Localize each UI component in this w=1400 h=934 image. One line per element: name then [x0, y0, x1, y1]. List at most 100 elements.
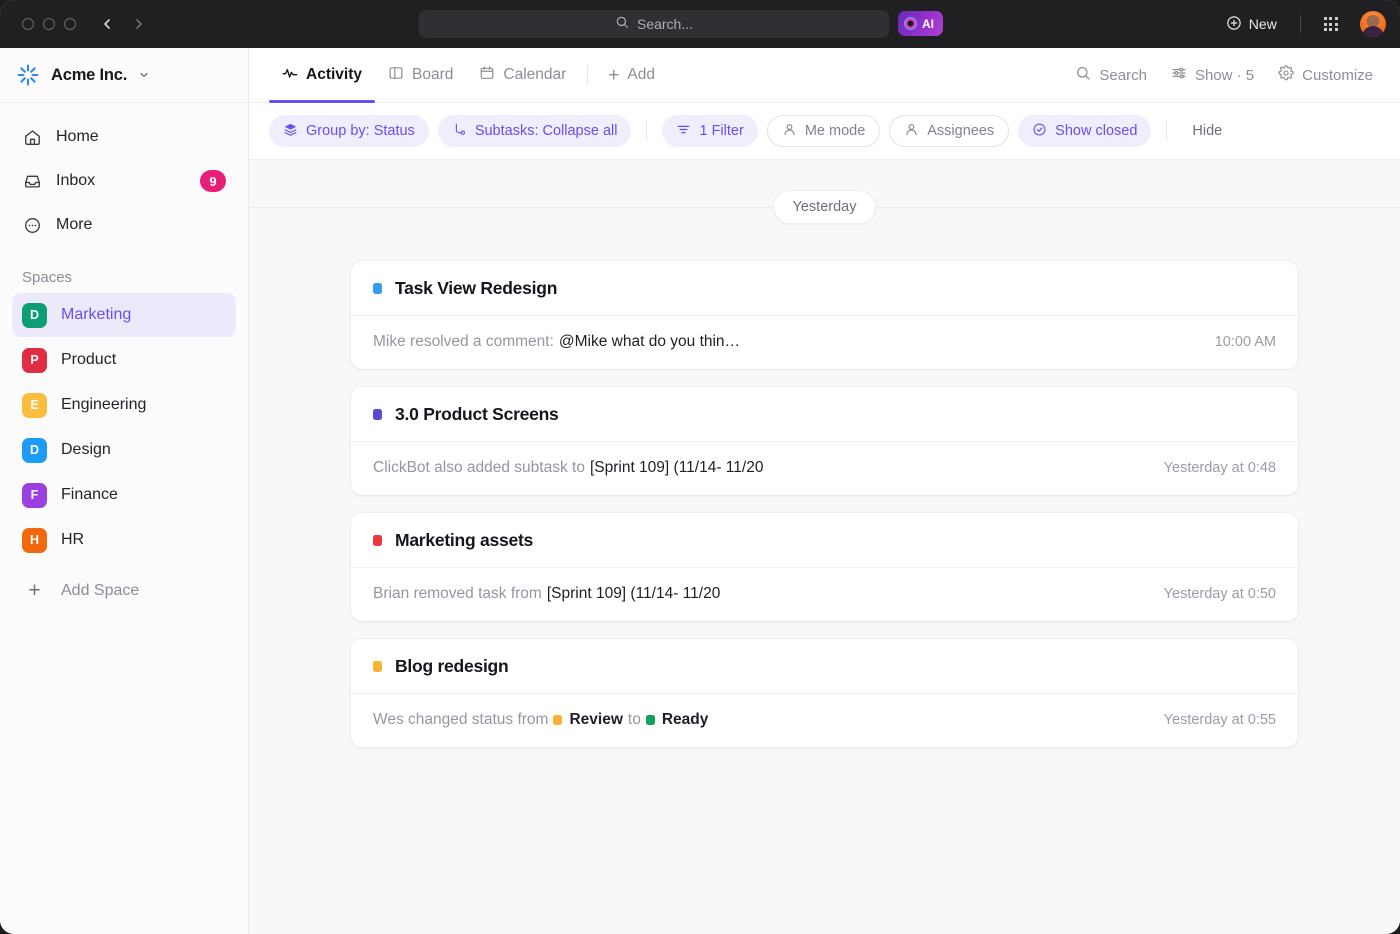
spaces-section-label: Spaces: [0, 247, 248, 292]
workspace-switcher[interactable]: Acme Inc.: [0, 48, 248, 103]
global-search-input[interactable]: Search...: [419, 10, 889, 38]
activity-card-title: Blog redesign: [395, 656, 508, 677]
add-space-label: Add Space: [61, 582, 139, 600]
subtask-icon: [452, 122, 467, 141]
status-bullet: [646, 715, 655, 725]
activity-pulse-icon: [282, 65, 298, 86]
sidebar-item-inbox[interactable]: Inbox 9: [12, 159, 236, 203]
filterbar-divider: [1166, 121, 1167, 141]
app-body: Acme Inc. Home Inbox 9: [0, 48, 1400, 934]
chevron-down-icon[interactable]: [138, 69, 150, 81]
view-search-button[interactable]: Search: [1066, 58, 1156, 92]
activity-highlight: @Mike what do you thin…: [559, 333, 740, 351]
main-content: Activity Board Calendar + A: [249, 48, 1400, 934]
plus-icon: +: [608, 66, 619, 85]
activity-feed: Yesterday Task View Redesign Mike resolv…: [249, 160, 1400, 934]
group-by-pill[interactable]: Group by: Status: [269, 115, 429, 147]
activity-prefix: Mike resolved a comment:: [373, 333, 554, 351]
task-status-bullet: [373, 283, 382, 294]
add-view-button[interactable]: + Add: [596, 66, 667, 85]
sidebar-item-label: Inbox: [56, 172, 95, 190]
activity-prefix: Brian removed task from: [373, 585, 542, 603]
inbox-icon: [22, 171, 42, 191]
group-by-label: Group by: Status: [306, 123, 415, 139]
activity-card[interactable]: 3.0 Product Screens ClickBot also added …: [351, 387, 1298, 495]
space-label: Product: [61, 351, 116, 369]
filter-icon: [676, 122, 691, 141]
activity-card[interactable]: Blog redesign Wes changed status from Re…: [351, 639, 1298, 747]
ai-label: AI: [922, 17, 934, 31]
me-mode-pill[interactable]: Me mode: [767, 115, 880, 147]
view-tabbar: Activity Board Calendar + A: [249, 48, 1400, 103]
activity-highlight: [Sprint 109] (11/14- 11/20: [547, 585, 720, 603]
sidebar-item-more[interactable]: More: [12, 203, 236, 247]
activity-card[interactable]: Marketing assets Brian removed task from…: [351, 513, 1298, 621]
activity-card-row: ClickBot also added subtask to [Sprint 1…: [351, 442, 1298, 495]
sidebar-nav: Home Inbox 9 More: [0, 103, 248, 247]
activity-card-title: Task View Redesign: [395, 278, 557, 299]
close-window-button[interactable]: [22, 18, 34, 30]
space-avatar: E: [22, 393, 47, 418]
sidebar-item-engineering[interactable]: E Engineering: [12, 383, 236, 427]
space-label: Finance: [61, 486, 118, 504]
forward-chevron-icon[interactable]: [130, 15, 148, 33]
activity-middle: to: [628, 711, 641, 729]
home-icon: [22, 127, 42, 147]
sidebar-item-design[interactable]: D Design: [12, 428, 236, 472]
activity-card[interactable]: Task View Redesign Mike resolved a comme…: [351, 261, 1298, 369]
activity-card-title: 3.0 Product Screens: [395, 404, 559, 425]
task-status-bullet: [373, 409, 382, 420]
history-nav[interactable]: [98, 15, 148, 33]
clickup-logo-icon: [16, 63, 40, 87]
space-avatar: F: [22, 483, 47, 508]
sidebar-item-marketing[interactable]: D Marketing: [12, 293, 236, 337]
new-button[interactable]: New: [1216, 15, 1287, 34]
spaces-list: D Marketing P Product E Engineering D De…: [0, 292, 248, 563]
filter-pill[interactable]: 1 Filter: [662, 115, 757, 147]
add-view-label: Add: [627, 66, 655, 84]
subtasks-pill[interactable]: Subtasks: Collapse all: [438, 115, 632, 147]
space-label: Marketing: [61, 306, 131, 324]
sidebar-item-product[interactable]: P Product: [12, 338, 236, 382]
sidebar-item-finance[interactable]: F Finance: [12, 473, 236, 517]
back-chevron-icon[interactable]: [98, 15, 116, 33]
activity-card-header: Task View Redesign: [351, 261, 1298, 316]
hide-button[interactable]: Hide: [1182, 123, 1232, 139]
ai-button[interactable]: AI: [898, 11, 943, 36]
minimize-window-button[interactable]: [43, 18, 55, 30]
sidebar-item-home[interactable]: Home: [12, 115, 236, 159]
status-to-chip: Ready: [646, 711, 709, 729]
show-settings-label: Show · 5: [1195, 67, 1254, 84]
activity-card-header: 3.0 Product Screens: [351, 387, 1298, 442]
assignees-pill[interactable]: Assignees: [889, 115, 1009, 147]
tab-calendar[interactable]: Calendar: [466, 48, 579, 103]
person-icon: [782, 122, 797, 141]
space-avatar: D: [22, 438, 47, 463]
workspace-name: Acme Inc.: [51, 66, 127, 85]
maximize-window-button[interactable]: [64, 18, 76, 30]
tab-board[interactable]: Board: [375, 48, 466, 103]
apps-grid-icon[interactable]: [1314, 17, 1348, 31]
titlebar-divider: [1300, 15, 1301, 33]
space-label: Engineering: [61, 396, 146, 414]
sliders-icon: [1171, 65, 1187, 85]
calendar-icon: [479, 65, 495, 86]
customize-button[interactable]: Customize: [1269, 58, 1382, 92]
show-settings-button[interactable]: Show · 5: [1162, 58, 1263, 92]
titlebar: Search... AI New: [0, 0, 1400, 48]
add-space-button[interactable]: + Add Space: [12, 569, 236, 613]
space-label: Design: [61, 441, 111, 459]
user-avatar[interactable]: [1360, 11, 1386, 37]
subtasks-label: Subtasks: Collapse all: [475, 123, 618, 139]
show-closed-pill[interactable]: Show closed: [1018, 115, 1151, 147]
tab-activity[interactable]: Activity: [269, 48, 375, 103]
activity-prefix: Wes changed status from: [373, 711, 548, 729]
task-status-bullet: [373, 661, 382, 672]
tabbar-divider: [587, 65, 588, 85]
show-closed-label: Show closed: [1055, 123, 1137, 139]
space-avatar: H: [22, 528, 47, 553]
traffic-lights[interactable]: [22, 18, 76, 30]
activity-card-header: Blog redesign: [351, 639, 1298, 694]
activity-card-header: Marketing assets: [351, 513, 1298, 568]
sidebar-item-hr[interactable]: H HR: [12, 518, 236, 562]
